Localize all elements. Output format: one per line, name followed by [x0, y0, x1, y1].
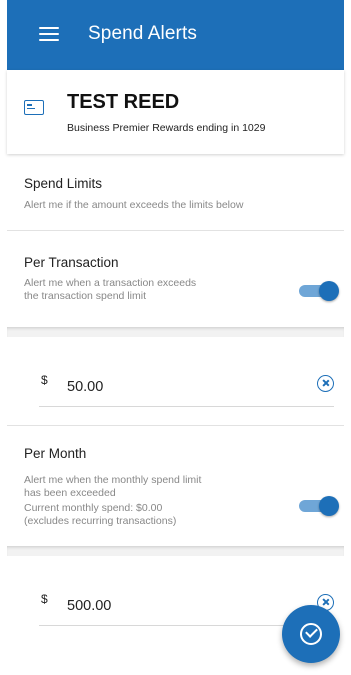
per-transaction-amount-field[interactable]: $ 50.00 — [39, 367, 334, 407]
section-separator — [7, 327, 344, 337]
per-month-toggle[interactable] — [299, 496, 339, 516]
spend-limits-description: Alert me if the amount exceeds the limit… — [24, 199, 244, 211]
check-circle-icon — [300, 623, 322, 645]
per-transaction-description-2: the transaction spend limit — [24, 290, 146, 302]
section-separator — [7, 546, 344, 556]
per-transaction-amount-section: $ 50.00 — [7, 337, 344, 425]
per-transaction-section: Per Transaction Alert me when a transact… — [7, 231, 344, 327]
spend-limits-title: Spend Limits — [24, 176, 103, 191]
clear-icon[interactable] — [317, 375, 334, 392]
app-bar: Spend Alerts — [7, 0, 344, 70]
currency-symbol: $ — [41, 592, 48, 606]
currency-symbol: $ — [41, 373, 48, 387]
hamburger-menu-icon[interactable] — [39, 27, 59, 41]
per-month-title: Per Month — [24, 446, 87, 461]
card-summary: TEST REED Business Premier Rewards endin… — [7, 70, 344, 154]
per-month-description-1: Alert me when the monthly spend limit — [24, 474, 202, 486]
per-month-description-2: has been exceeded — [24, 487, 116, 499]
per-month-amount[interactable]: 500.00 — [67, 598, 111, 614]
current-monthly-spend-note: (excludes recurring transactions) — [24, 515, 177, 527]
spend-limits-section: Spend Limits Alert me if the amount exce… — [7, 162, 344, 222]
toggle-thumb — [319, 496, 339, 516]
current-monthly-spend: Current monthly spend: $0.00 — [24, 502, 163, 514]
toggle-thumb — [319, 281, 339, 301]
per-transaction-toggle[interactable] — [299, 281, 339, 301]
per-month-section: Per Month Alert me when the monthly spen… — [7, 426, 344, 546]
per-transaction-description-1: Alert me when a transaction exceeds — [24, 277, 197, 289]
card-description: Business Premier Rewards ending in 1029 — [67, 122, 266, 134]
per-transaction-amount[interactable]: 50.00 — [67, 379, 103, 395]
page-title: Spend Alerts — [88, 23, 197, 44]
per-transaction-title: Per Transaction — [24, 255, 119, 270]
credit-card-icon — [24, 100, 44, 115]
save-button[interactable] — [282, 605, 340, 663]
card-holder-name: TEST REED — [67, 91, 180, 113]
